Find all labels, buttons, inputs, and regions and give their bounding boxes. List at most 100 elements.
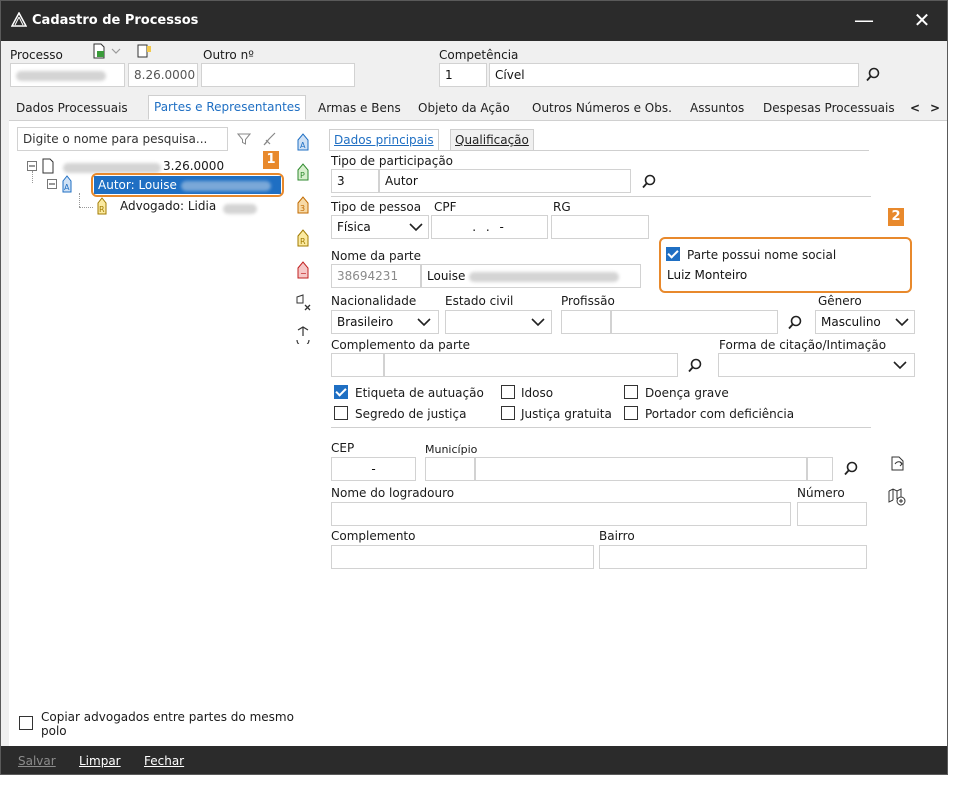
tree-item-advogado[interactable]: Advogado: Lidia: [120, 199, 216, 213]
bairro-input[interactable]: [599, 545, 867, 569]
clear-brush-icon[interactable]: [261, 131, 277, 147]
tree-advogado-name-blurred: [223, 201, 257, 215]
cpf-label: CPF: [434, 200, 457, 214]
profissao-input[interactable]: [611, 310, 778, 334]
chevron-down-icon[interactable]: [893, 361, 907, 370]
tree-collapse-autor-icon[interactable]: [47, 179, 57, 189]
tipo-participacao-input[interactable]: Autor: [379, 169, 631, 193]
nome-social-checkbox[interactable]: [666, 247, 680, 261]
add-terceiro-icon[interactable]: 3: [294, 196, 312, 214]
nacionalidade-label: Nacionalidade: [331, 294, 417, 308]
search-icon[interactable]: [641, 174, 657, 190]
tab-partes-representantes[interactable]: Partes e Representantes: [148, 95, 307, 120]
uf-input[interactable]: [807, 457, 833, 481]
remove-parte-icon[interactable]: −: [294, 261, 312, 279]
profissao-label: Profissão: [561, 294, 615, 308]
cpf-input[interactable]: . . -: [431, 215, 548, 239]
fechar-button[interactable]: Fechar: [144, 754, 184, 768]
map-add-icon[interactable]: [887, 487, 907, 507]
logradouro-label: Nome do logradouro: [331, 486, 455, 500]
swap-polo-icon[interactable]: [294, 326, 312, 344]
copy-advogados-label: Copiar advogados entre partes do mesmo p…: [41, 710, 294, 738]
forma-citacao-select[interactable]: [718, 353, 915, 377]
add-passivo-icon[interactable]: P: [294, 163, 312, 181]
chevron-down-icon[interactable]: [417, 318, 431, 327]
complemento-parte-input[interactable]: [384, 353, 678, 377]
rg-input[interactable]: [551, 215, 649, 239]
competencia-input[interactable]: Cível: [489, 63, 859, 87]
tab-outros-numeros[interactable]: Outros Números e Obs.: [527, 97, 677, 119]
search-icon[interactable]: [843, 461, 859, 477]
digital-process-icon[interactable]: [91, 43, 107, 59]
portador-deficiencia-checkbox[interactable]: [624, 406, 638, 420]
segredo-justica-checkbox[interactable]: [334, 406, 348, 420]
salvar-button[interactable]: Salvar: [18, 754, 56, 768]
footer-bar: Salvar Limpar Fechar: [1, 746, 947, 774]
tab-dados-processuais[interactable]: Dados Processuais: [11, 97, 133, 119]
annotation-badge-2: 2: [888, 208, 904, 226]
main-tabs: Dados Processuais Partes e Representante…: [9, 95, 947, 121]
tipo-participacao-code-input[interactable]: 3: [331, 169, 379, 193]
copy-advogados-checkbox[interactable]: [19, 716, 33, 730]
title-bar[interactable]: Cadastro de Processos — ✕: [1, 1, 947, 41]
search-icon[interactable]: [687, 358, 703, 374]
chevron-down-icon[interactable]: [409, 223, 423, 232]
outro-numero-input[interactable]: [201, 63, 355, 87]
search-icon[interactable]: [787, 315, 803, 331]
tipo-pessoa-value: Física: [337, 220, 371, 234]
tree-collapse-root-icon[interactable]: [27, 161, 37, 171]
copy-address-icon[interactable]: [889, 455, 907, 473]
window-title: Cadastro de Processos: [32, 13, 199, 28]
search-parte-input[interactable]: Digite o nome para pesquisa...: [17, 127, 228, 151]
complemento-parte-label: Complemento da parte: [331, 338, 471, 352]
municipio-code-input[interactable]: [425, 457, 475, 481]
limpar-button[interactable]: Limpar: [79, 754, 121, 768]
nome-social-input[interactable]: Luiz Monteiro: [662, 264, 908, 288]
nome-parte-code-input[interactable]: 38694231: [331, 264, 421, 288]
subtab-qualificacao[interactable]: Qualificação: [450, 129, 534, 151]
doenca-grave-checkbox[interactable]: [624, 385, 638, 399]
complemento-input[interactable]: [331, 545, 594, 569]
physical-process-icon[interactable]: [136, 43, 152, 59]
section-divider: [331, 196, 871, 197]
idoso-checkbox[interactable]: [501, 385, 515, 399]
numero-input[interactable]: [797, 502, 867, 526]
tree-root-label[interactable]: 3.26.0000: [163, 159, 224, 173]
minimize-button[interactable]: —: [841, 1, 887, 41]
complemento-parte-code-input[interactable]: [331, 353, 384, 377]
municipio-input[interactable]: [475, 457, 807, 481]
genero-label: Gênero: [818, 294, 862, 308]
annotation-badge-1: 1: [263, 151, 279, 169]
tree-line: [79, 193, 80, 207]
add-representante-icon[interactable]: R: [294, 229, 312, 247]
cep-label: CEP: [331, 441, 355, 455]
tab-assuntos[interactable]: Assuntos: [685, 97, 749, 119]
tab-scroll-next[interactable]: >: [925, 97, 945, 119]
chevron-down-icon[interactable]: [111, 47, 121, 55]
processo-number-part2-input[interactable]: 8.26.0000: [128, 63, 198, 87]
processo-number-part1-input[interactable]: [10, 63, 125, 87]
profissao-code-input[interactable]: [561, 310, 611, 334]
cep-input[interactable]: -: [331, 457, 416, 481]
tab-armas-bens[interactable]: Armas e Bens: [313, 97, 406, 119]
chevron-down-icon[interactable]: [531, 318, 545, 327]
justica-gratuita-checkbox[interactable]: [501, 406, 515, 420]
subtab-dados-principais[interactable]: Dados principais: [329, 129, 439, 151]
add-autor-icon[interactable]: A: [294, 133, 312, 151]
nome-parte-input[interactable]: Louise: [421, 264, 641, 288]
idoso-label: Idoso: [521, 386, 554, 400]
nacionalidade-value: Brasileiro: [337, 315, 394, 329]
tab-scroll-prev[interactable]: <: [905, 97, 925, 119]
tab-objeto-acao[interactable]: Objeto da Ação: [413, 97, 515, 119]
etiqueta-autuacao-checkbox[interactable]: [334, 385, 348, 399]
chevron-down-icon[interactable]: [895, 318, 909, 327]
tab-despesas-processuais[interactable]: Despesas Processuais: [758, 97, 900, 119]
unlink-parte-icon[interactable]: [294, 294, 312, 312]
filter-icon[interactable]: [237, 132, 251, 146]
search-icon[interactable]: [865, 67, 881, 83]
forma-citacao-label: Forma de citação/Intimação: [719, 338, 887, 352]
competencia-code-input[interactable]: 1: [439, 63, 487, 87]
close-button[interactable]: ✕: [899, 1, 945, 41]
process-document-icon: [42, 158, 54, 174]
logradouro-input[interactable]: [331, 502, 791, 526]
